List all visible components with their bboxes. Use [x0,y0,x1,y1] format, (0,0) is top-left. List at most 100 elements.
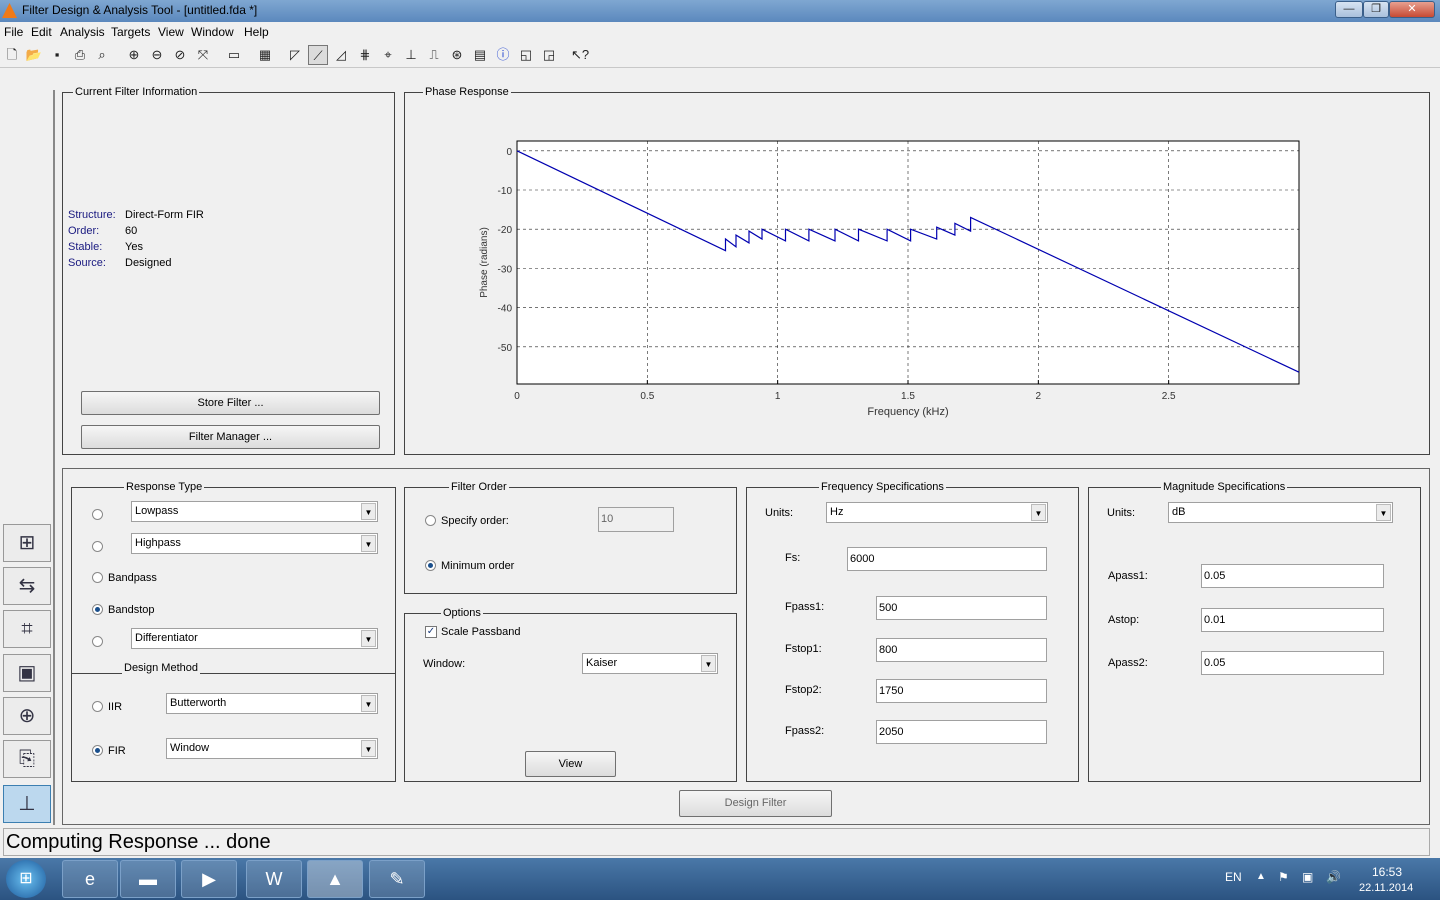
menu-window[interactable]: Window [191,25,234,39]
zoom-y-icon[interactable]: ⊘ [170,45,190,65]
minimize-button[interactable]: — [1335,1,1363,18]
new-icon[interactable]: 🗋 [2,45,22,65]
view-button[interactable]: View [525,751,616,777]
mag-phase-icon[interactable]: ◿ [331,45,351,65]
stable-value: Yes [125,241,143,253]
explorer-icon[interactable]: ▬ [120,860,176,898]
status-bar: Computing Response ... done [3,828,1430,856]
ie-icon[interactable]: e [62,860,118,898]
action-center-icon[interactable]: ⚑ [1278,870,1289,884]
scale-passband-checkbox[interactable]: ✓ [425,626,437,638]
differentiator-radio[interactable] [92,636,103,647]
menu-targets[interactable]: Targets [111,25,150,39]
fpass2-input[interactable]: 2050 [876,720,1047,744]
fpass1-input[interactable]: 500 [876,596,1047,620]
pole-zero-icon[interactable]: ⊛ [447,45,467,65]
realize-model-icon[interactable]: ⌗ [3,610,51,648]
highpass-value: Highpass [135,537,181,549]
zoom-in-icon[interactable]: ⊕ [124,45,144,65]
matlab-logo-icon [2,3,17,18]
phase-icon[interactable]: ⟋ [308,45,328,65]
specify-order-radio[interactable] [425,515,436,526]
step-icon[interactable]: ⎍ [424,45,444,65]
fstop1-input[interactable]: 800 [876,638,1047,662]
freq-units-label: Units: [765,507,794,519]
quantize-icon[interactable]: ▣ [3,654,51,692]
order-label: Order: [68,225,100,237]
coefficients-icon[interactable]: ▤ [470,45,490,65]
apass2-input[interactable]: 0.05 [1201,651,1384,675]
menu-help[interactable]: Help [244,25,269,39]
clock-date[interactable]: 22.11.2014 [1359,882,1413,894]
save-icon[interactable]: ▪ [47,45,67,65]
network-icon[interactable]: ▣ [1302,870,1313,884]
multirate-icon[interactable]: ⇆ [3,567,51,605]
taskbar: ⊞ e ▬ ▶ W ▲ ✎ EN ▲ ⚑ ▣ 🔊 16:53 22.11.201… [0,858,1440,900]
open-icon[interactable]: 📂 [24,45,44,65]
lowpass-select[interactable]: Lowpass ▼ [131,501,378,522]
astop-input[interactable]: 0.01 [1201,608,1384,632]
differentiator-select[interactable]: Differentiator ▼ [131,628,378,649]
menu-edit[interactable]: Edit [31,25,52,39]
zoom-x-icon[interactable]: ⊖ [147,45,167,65]
transform-icon[interactable]: ⊞ [3,524,51,562]
start-button[interactable]: ⊞ [6,860,46,898]
astop-label: Astop: [1108,614,1140,626]
window-select[interactable]: Kaiser ▼ [582,653,718,674]
full-view-icon[interactable]: ⤧ [193,45,213,65]
chevron-down-icon: ▼ [1031,504,1046,521]
response-type-title: Response Type [124,481,205,493]
menu-view[interactable]: View [158,25,184,39]
order-input[interactable]: 10 [598,507,674,532]
magnitude-icon[interactable]: ◸ [285,45,305,65]
freq-units-select[interactable]: Hz ▼ [826,502,1048,523]
filter-specs-icon[interactable]: ▦ [255,45,275,65]
minimum-order-radio[interactable] [425,560,436,571]
import-filter-icon[interactable]: ⎘ [3,740,51,778]
word-icon[interactable]: W [246,860,302,898]
pole-zero-editor-icon[interactable]: ⊕ [3,697,51,735]
matlab-icon[interactable]: ▲ [307,860,363,898]
design-filter-button[interactable]: Design Filter [679,790,832,817]
highpass-select[interactable]: Highpass ▼ [131,533,378,554]
impulse-icon[interactable]: ⊥ [401,45,421,65]
apass1-input[interactable]: 0.05 [1201,564,1384,588]
group-delay-icon[interactable]: ⋕ [355,45,375,65]
specify-order-label: Specify order: [441,515,509,527]
bandstop-radio[interactable] [92,604,103,615]
clock-time[interactable]: 16:53 [1372,865,1402,879]
store-filter-button[interactable]: Store Filter ... [81,391,380,415]
magnitude-estimate-icon[interactable]: ◱ [516,45,536,65]
volume-icon[interactable]: 🔊 [1326,870,1341,884]
maximize-button[interactable]: ❐ [1363,1,1389,18]
mag-units-select[interactable]: dB ▼ [1168,502,1393,523]
show-hidden-icons-icon[interactable]: ▲ [1256,871,1266,882]
fir-method-select[interactable]: Window ▼ [166,738,378,759]
print-icon[interactable]: ⎙ [70,45,90,65]
new-figure-icon[interactable]: ▭ [224,45,244,65]
menu-analysis[interactable]: Analysis [60,25,105,39]
highpass-radio[interactable] [92,541,103,552]
close-button[interactable]: ✕ [1389,1,1435,18]
paint-icon[interactable]: ✎ [369,860,425,898]
iir-radio[interactable] [92,701,103,712]
info-icon[interactable]: ⓘ [493,45,513,65]
fir-radio[interactable] [92,745,103,756]
fs-input[interactable]: 6000 [847,547,1047,571]
magnitude-specs-panel: Magnitude Specifications Units: dB ▼ Apas… [1088,481,1421,782]
print-preview-icon[interactable]: ⌕ [92,45,112,65]
filter-manager-button[interactable]: Filter Manager ... [81,425,380,449]
noise-icon[interactable]: ◲ [539,45,559,65]
phase-delay-icon[interactable]: ⌖ [378,45,398,65]
iir-method-value: Butterworth [170,697,227,709]
media-player-icon[interactable]: ▶ [181,860,237,898]
menu-file[interactable]: File [4,25,23,39]
design-filter-icon[interactable]: ⊥ [3,785,51,823]
fstop2-input[interactable]: 1750 [876,679,1047,703]
iir-method-select[interactable]: Butterworth ▼ [166,693,378,714]
whats-this-icon[interactable]: ↖? [570,45,590,65]
bandpass-radio[interactable] [92,572,103,583]
language-indicator[interactable]: EN [1225,870,1242,884]
apass1-label: Apass1: [1108,570,1148,582]
lowpass-radio[interactable] [92,509,103,520]
